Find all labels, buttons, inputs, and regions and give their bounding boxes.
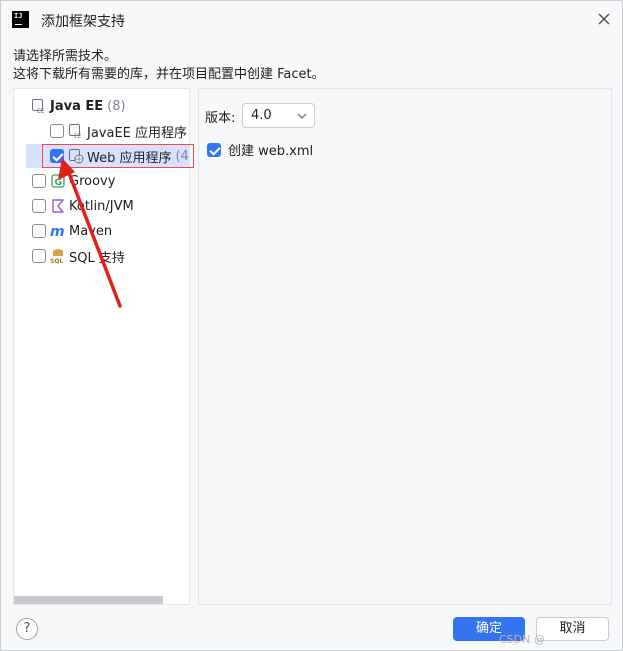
tree-item-label: Kotlin/JVM — [69, 198, 134, 214]
create-webxml-checkbox[interactable] — [207, 142, 221, 157]
version-label: 版本: — [205, 111, 236, 126]
watermark: CSDN @ — [499, 633, 545, 646]
description-line-2: 这将下载所有需要的库，并在项目配置中创建 Facet。 — [13, 67, 325, 82]
close-icon[interactable] — [596, 11, 612, 27]
intellij-logo-icon: IJ — [12, 11, 29, 28]
dialog-title: 添加框架支持 — [41, 14, 125, 30]
framework-settings-panel: 版本: 4.0 创建 web.xml — [198, 88, 612, 605]
tree-item-javaee-app[interactable]: EE JavaEE 应用程序 — [50, 119, 187, 143]
help-button[interactable]: ? — [16, 618, 38, 640]
groovy-checkbox[interactable] — [32, 174, 46, 188]
maven-icon: m — [50, 223, 66, 240]
tree-item-sql[interactable]: SQL SQL 支持 — [32, 244, 125, 268]
sql-checkbox[interactable] — [32, 249, 46, 263]
chevron-down-icon — [297, 113, 307, 119]
groovy-icon: G — [50, 173, 66, 189]
highlight-box — [42, 144, 194, 168]
tree-group-label: Java EE — [50, 98, 104, 114]
javaee-app-checkbox[interactable] — [50, 124, 64, 138]
svg-text:EE: EE — [37, 108, 45, 114]
version-select[interactable]: 4.0 — [242, 103, 315, 128]
create-webxml-label: 创建 web.xml — [228, 144, 314, 159]
tree-item-maven[interactable]: m Maven — [32, 219, 112, 243]
maven-checkbox[interactable] — [32, 224, 46, 238]
cancel-button[interactable]: 取消 — [536, 617, 609, 641]
tree-item-label: Groovy — [69, 173, 116, 189]
svg-text:G: G — [55, 178, 62, 188]
tree-item-label: SQL 支持 — [69, 250, 125, 266]
tree-item-label: JavaEE 应用程序 — [87, 125, 188, 141]
version-value: 4.0 — [251, 108, 272, 123]
sql-icon: SQL — [50, 248, 66, 265]
add-framework-support-dialog: IJ 添加框架支持 请选择所需技术。 这将下载所有需要的库，并在项目配置中创建 … — [0, 0, 623, 651]
svg-text:EE: EE — [74, 133, 82, 139]
svg-text:SQL: SQL — [50, 258, 63, 264]
kotlin-icon — [50, 198, 66, 214]
tree-item-kotlin[interactable]: Kotlin/JVM — [32, 194, 134, 218]
java-ee-app-icon: EE — [68, 123, 84, 140]
tree-group-java-ee[interactable]: EE Java EE (8) — [31, 94, 126, 118]
description-text: 请选择所需技术。 这将下载所有需要的库，并在项目配置中创建 Facet。 — [13, 48, 325, 84]
tree-item-label: Maven — [69, 223, 113, 239]
tree-group-count: (8) — [107, 98, 126, 114]
title-bar: IJ 添加框架支持 — [1, 1, 622, 39]
description-line-1: 请选择所需技术。 — [13, 49, 118, 64]
kotlin-checkbox[interactable] — [32, 199, 46, 213]
java-ee-icon: EE — [31, 98, 47, 115]
horizontal-scrollbar[interactable] — [14, 596, 163, 604]
tree-item-groovy[interactable]: G Groovy — [32, 169, 115, 193]
create-webxml-option[interactable]: 创建 web.xml — [207, 140, 313, 159]
svg-text:m: m — [50, 224, 65, 239]
